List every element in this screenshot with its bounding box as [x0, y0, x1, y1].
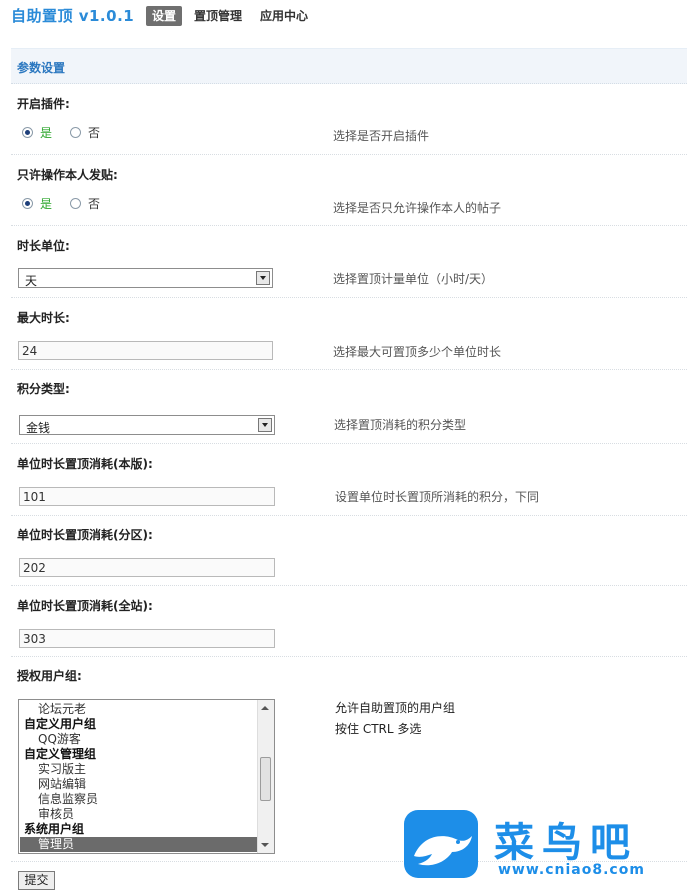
top-bar: 自助置顶 v1.0.1 设置 置顶管理 应用中心 [0, 0, 687, 32]
enable-plugin-no-radio[interactable] [70, 127, 82, 138]
chevron-down-icon[interactable] [256, 271, 270, 285]
groups-hint-line2: 按住 CTRL 多选 [335, 722, 422, 736]
enable-plugin-label: 开启插件: [17, 97, 70, 111]
cost-board-input[interactable]: 101 [19, 487, 275, 506]
section-header: 参数设置 [11, 48, 687, 84]
list-item[interactable]: 审核员 [20, 807, 274, 822]
only-own-yes-radio[interactable] [22, 198, 33, 209]
credit-type-select[interactable]: 金钱 [19, 415, 275, 435]
scroll-up-icon[interactable] [261, 706, 269, 710]
chevron-down-icon[interactable] [258, 418, 272, 432]
watermark-text: 菜鸟吧 [494, 819, 638, 866]
divider [11, 297, 687, 298]
only-own-no-label[interactable]: 否 [88, 195, 100, 212]
cost-zone-label: 单位时长置顶消耗(分区): [17, 528, 153, 542]
listbox-scrollbar[interactable] [257, 700, 274, 853]
cost-board-label: 单位时长置顶消耗(本版): [17, 457, 153, 471]
list-group-header: 系统用户组 [24, 822, 85, 836]
tab-settings[interactable]: 设置 [146, 6, 183, 26]
list-item[interactable]: 信息监察员 [20, 792, 274, 807]
enable-plugin-no-label[interactable]: 否 [88, 124, 100, 141]
time-unit-select[interactable]: 天 [18, 268, 273, 288]
max-duration-value: 24 [22, 344, 38, 358]
enable-plugin-hint: 选择是否开启插件 [333, 129, 430, 143]
only-own-no-radio[interactable] [70, 198, 82, 209]
only-own-hint: 选择是否只允许操作本人的帖子 [333, 201, 502, 215]
nav-tabs: 设置 置顶管理 应用中心 [146, 6, 320, 26]
only-own-label: 只许操作本人发贴: [17, 168, 118, 182]
divider [11, 443, 687, 444]
cost-site-input[interactable]: 303 [19, 629, 275, 648]
app-title: 自助置顶 v1.0.1 [11, 7, 135, 25]
enable-plugin-yes-radio[interactable] [22, 127, 33, 138]
list-item[interactable]: QQ游客 [20, 732, 274, 747]
divider [11, 515, 687, 516]
list-item[interactable]: 论坛元老 [20, 702, 274, 717]
groups-label: 授权用户组: [17, 669, 82, 683]
cost-site-value: 303 [23, 632, 46, 646]
list-item[interactable]: 网站编辑 [20, 777, 274, 792]
list-item[interactable]: 实习版主 [20, 762, 274, 777]
max-duration-input[interactable]: 24 [18, 341, 273, 360]
scroll-down-icon[interactable] [261, 843, 269, 847]
only-own-radios: 是 否 [22, 195, 118, 212]
max-duration-hint: 选择最大可置顶多少个单位时长 [333, 345, 502, 359]
enable-plugin-yes-label[interactable]: 是 [40, 124, 52, 141]
enable-plugin-radios: 是 否 [22, 124, 118, 141]
max-duration-label: 最大时长: [17, 311, 70, 325]
submit-button[interactable]: 提交 [18, 871, 55, 890]
divider [11, 656, 687, 657]
time-unit-value: 天 [25, 274, 38, 288]
time-unit-label: 时长单位: [17, 239, 70, 253]
divider [11, 225, 687, 226]
cost-zone-input[interactable]: 202 [19, 558, 275, 577]
cost-board-hint: 设置单位时长置顶所消耗的积分，下同 [335, 490, 540, 504]
only-own-yes-label[interactable]: 是 [40, 195, 52, 212]
groups-hint-line1: 允许自助置顶的用户组 [335, 701, 456, 715]
list-group-header: 自定义用户组 [24, 717, 97, 731]
credit-type-label: 积分类型: [17, 382, 70, 396]
groups-listbox[interactable]: 论坛元老 自定义用户组 QQ游客 自定义管理组 实习版主 网站编辑 信息监察员 … [18, 699, 275, 854]
tab-app-center[interactable]: 应用中心 [254, 6, 314, 26]
list-item-selected[interactable]: 管理员 [20, 837, 274, 852]
watermark: 菜鸟吧 www.cniao8.com [402, 806, 687, 882]
cost-board-value: 101 [23, 490, 46, 504]
watermark-url: www.cniao8.com [498, 862, 645, 878]
tab-top-management[interactable]: 置顶管理 [188, 6, 248, 26]
bird-logo-icon [404, 810, 478, 878]
credit-type-hint: 选择置顶消耗的积分类型 [334, 418, 467, 432]
scroll-thumb[interactable] [260, 757, 271, 801]
list-group-header: 自定义管理组 [24, 747, 97, 761]
divider [11, 585, 687, 586]
cost-zone-value: 202 [23, 561, 46, 575]
section-title: 参数设置 [17, 61, 66, 75]
credit-type-value: 金钱 [26, 421, 51, 435]
cost-site-label: 单位时长置顶消耗(全站): [17, 599, 153, 613]
time-unit-hint: 选择置顶计量单位（小时/天） [333, 272, 494, 286]
divider [11, 154, 687, 155]
divider [11, 369, 687, 370]
